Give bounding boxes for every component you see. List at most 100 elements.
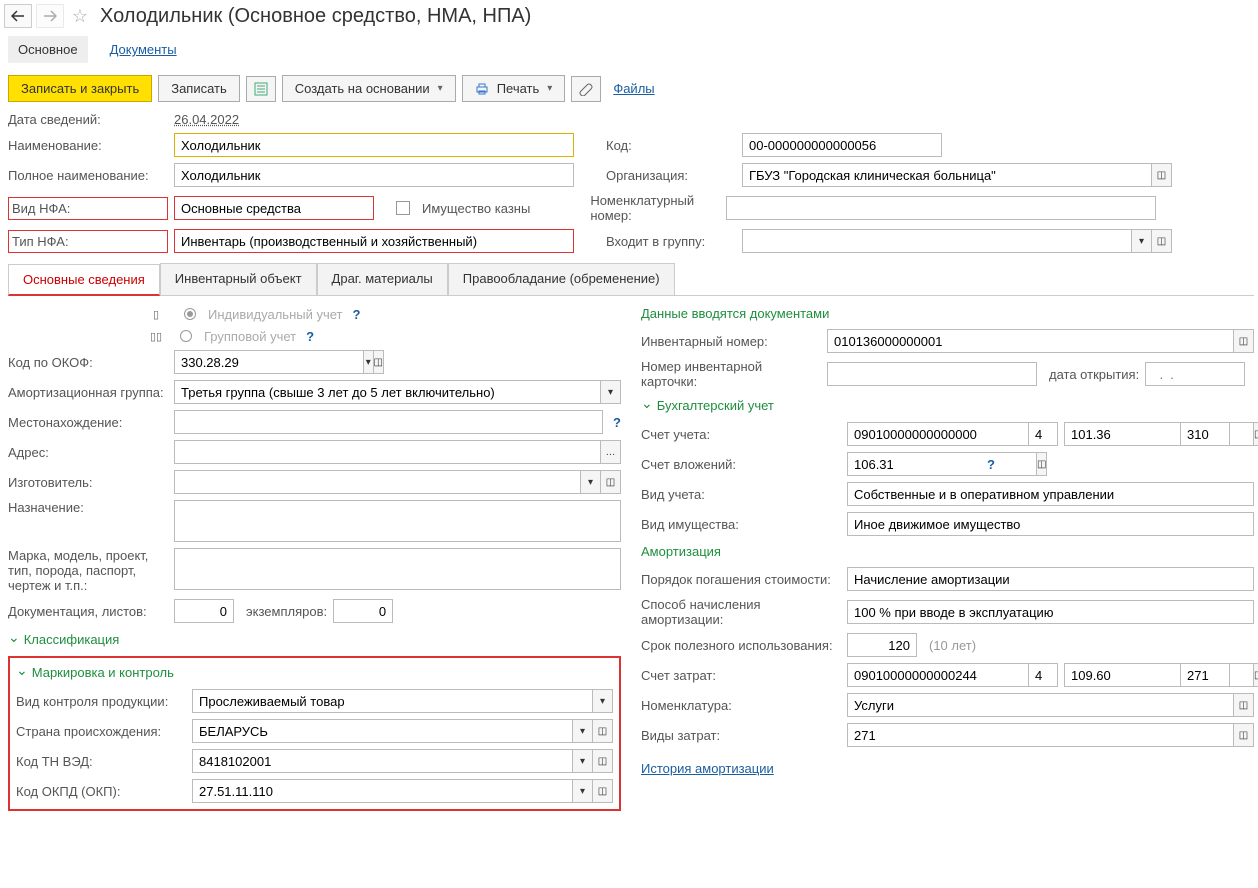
prop-kind-input[interactable] bbox=[847, 512, 1254, 536]
cost-extra3-input[interactable] bbox=[1180, 663, 1230, 687]
tab-inventory-object[interactable]: Инвентарный объект bbox=[160, 263, 317, 295]
docs-count-input[interactable] bbox=[174, 599, 234, 623]
save-close-button[interactable]: Записать и закрыть bbox=[8, 75, 152, 102]
attachment-button[interactable] bbox=[571, 76, 601, 102]
acct-extra1-input[interactable] bbox=[1028, 422, 1058, 446]
nfa-kind-input[interactable] bbox=[174, 196, 374, 220]
favorite-star-icon[interactable]: ☆ bbox=[68, 4, 92, 28]
group-input[interactable] bbox=[742, 229, 1132, 253]
group-label: Входит в группу: bbox=[606, 234, 736, 249]
acct-extra2-open-icon[interactable]: ◫ bbox=[1254, 422, 1258, 446]
nomenclature-open-icon[interactable]: ◫ bbox=[1234, 693, 1254, 717]
location-input[interactable] bbox=[174, 410, 603, 434]
tab-main-info[interactable]: Основные сведения bbox=[8, 264, 160, 296]
create-based-button[interactable]: Создать на основании bbox=[282, 75, 456, 102]
individual-radio[interactable] bbox=[184, 308, 196, 320]
inv-num-open-icon[interactable]: ◫ bbox=[1234, 329, 1254, 353]
method-input[interactable] bbox=[847, 600, 1254, 624]
useful-input[interactable] bbox=[847, 633, 917, 657]
copies-input[interactable] bbox=[333, 599, 393, 623]
docs-count-label: Документация, листов: bbox=[8, 604, 168, 619]
country-open-icon[interactable]: ◫ bbox=[593, 719, 613, 743]
print-label: Печать bbox=[497, 81, 540, 96]
org-label: Организация: bbox=[606, 168, 736, 183]
okpd-input[interactable] bbox=[192, 779, 573, 803]
acct-label: Счет учета: bbox=[641, 427, 841, 442]
amort-group-input[interactable] bbox=[174, 380, 601, 404]
useful-label: Срок полезного использования: bbox=[641, 638, 841, 653]
acct-input[interactable] bbox=[847, 422, 1037, 446]
repay-input[interactable] bbox=[847, 567, 1254, 591]
control-kind-dropdown-icon[interactable]: ▾ bbox=[593, 689, 613, 713]
list-icon-button[interactable] bbox=[246, 76, 276, 102]
group-open-icon[interactable]: ◫ bbox=[1152, 229, 1172, 253]
help-icon[interactable]: ? bbox=[613, 415, 621, 430]
help-icon[interactable]: ? bbox=[306, 329, 314, 344]
acct-kind-input[interactable] bbox=[847, 482, 1254, 506]
accounting-header[interactable]: Бухгалтерский учет bbox=[641, 397, 1254, 414]
marking-header[interactable]: Маркировка и контроль bbox=[16, 664, 613, 681]
model-textarea[interactable] bbox=[174, 548, 621, 590]
fullname-input[interactable] bbox=[174, 163, 574, 187]
control-kind-input[interactable] bbox=[192, 689, 593, 713]
amort-group-dropdown-icon[interactable]: ▾ bbox=[601, 380, 621, 404]
prop-kind-label: Вид имущества: bbox=[641, 517, 841, 532]
maker-input[interactable] bbox=[174, 470, 581, 494]
invest-acct-input[interactable] bbox=[847, 452, 1037, 476]
help-icon[interactable]: ? bbox=[987, 457, 995, 472]
tnved-dropdown-icon[interactable]: ▾ bbox=[573, 749, 593, 773]
card-num-input[interactable] bbox=[827, 362, 1037, 386]
country-dropdown-icon[interactable]: ▾ bbox=[573, 719, 593, 743]
classification-header[interactable]: Классификация bbox=[8, 631, 621, 648]
group-radio[interactable] bbox=[180, 330, 192, 342]
okof-open-icon[interactable]: ◫ bbox=[374, 350, 384, 374]
cost-extra2-open-icon[interactable]: ◫ bbox=[1254, 663, 1258, 687]
method-label: Способ начисления амортизации: bbox=[641, 597, 841, 627]
maker-label: Изготовитель: bbox=[8, 475, 168, 490]
open-date-input[interactable] bbox=[1145, 362, 1245, 386]
back-button[interactable] bbox=[4, 4, 32, 28]
maker-dropdown-icon[interactable]: ▾ bbox=[581, 470, 601, 494]
code-input[interactable] bbox=[742, 133, 942, 157]
maker-open-icon[interactable]: ◫ bbox=[601, 470, 621, 494]
tnved-open-icon[interactable]: ◫ bbox=[593, 749, 613, 773]
cost-acct-input[interactable] bbox=[847, 663, 1037, 687]
address-input[interactable] bbox=[174, 440, 601, 464]
acct-extra3-input[interactable] bbox=[1180, 422, 1230, 446]
nom-num-input[interactable] bbox=[726, 196, 1156, 220]
date-value[interactable]: 26.04.2022 bbox=[174, 112, 239, 127]
nav-tab-main[interactable]: Основное bbox=[8, 36, 88, 63]
okof-dropdown-icon[interactable]: ▾ bbox=[364, 350, 374, 374]
help-icon[interactable]: ? bbox=[353, 307, 361, 322]
address-more-icon[interactable]: … bbox=[601, 440, 621, 464]
tab-precious-materials[interactable]: Драг. материалы bbox=[317, 263, 448, 295]
tab-rights[interactable]: Правообладание (обременение) bbox=[448, 263, 675, 295]
nav-tab-documents[interactable]: Документы bbox=[100, 36, 187, 63]
invest-acct-open-icon[interactable]: ◫ bbox=[1037, 452, 1047, 476]
purpose-textarea[interactable] bbox=[174, 500, 621, 542]
okof-input[interactable] bbox=[174, 350, 364, 374]
nfa-type-input[interactable] bbox=[174, 229, 574, 253]
group-dropdown-icon[interactable]: ▾ bbox=[1132, 229, 1152, 253]
nomenclature-input[interactable] bbox=[847, 693, 1234, 717]
history-link[interactable]: История амортизации bbox=[641, 761, 774, 776]
org-input[interactable] bbox=[742, 163, 1152, 187]
address-label: Адрес: bbox=[8, 445, 168, 460]
cost-kind-open-icon[interactable]: ◫ bbox=[1234, 723, 1254, 747]
okpd-open-icon[interactable]: ◫ bbox=[593, 779, 613, 803]
inv-num-input[interactable] bbox=[827, 329, 1234, 353]
treasury-checkbox[interactable] bbox=[396, 201, 410, 215]
files-link[interactable]: Файлы bbox=[613, 81, 654, 96]
name-input[interactable] bbox=[174, 133, 574, 157]
cost-extra1-input[interactable] bbox=[1028, 663, 1058, 687]
open-date-label: дата открытия: bbox=[1049, 367, 1139, 382]
print-button[interactable]: Печать bbox=[462, 75, 566, 102]
tnved-input[interactable] bbox=[192, 749, 573, 773]
forward-button[interactable] bbox=[36, 4, 64, 28]
save-button[interactable]: Записать bbox=[158, 75, 240, 102]
okpd-dropdown-icon[interactable]: ▾ bbox=[573, 779, 593, 803]
org-open-icon[interactable]: ◫ bbox=[1152, 163, 1172, 187]
cost-kind-input[interactable] bbox=[847, 723, 1234, 747]
country-input[interactable] bbox=[192, 719, 573, 743]
multi-item-icon: ▯▯ bbox=[148, 328, 164, 344]
